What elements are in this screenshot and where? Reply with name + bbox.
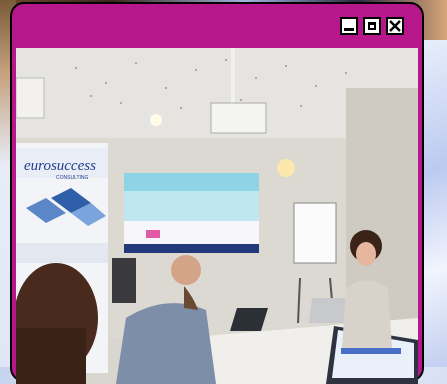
photo-content: eurosuccess CONSULTING xyxy=(16,48,418,384)
banner-logo-text: eurosuccess xyxy=(24,158,96,174)
meeting-room-photo: eurosuccess CONSULTING xyxy=(16,48,418,384)
banner-logo-subtext: CONSULTING xyxy=(56,175,89,181)
window-titlebar[interactable] xyxy=(12,4,422,48)
minimize-icon[interactable] xyxy=(340,17,358,35)
photo-window: eurosuccess CONSULTING xyxy=(10,2,424,384)
window-controls xyxy=(340,17,404,35)
close-icon[interactable] xyxy=(386,17,404,35)
maximize-icon[interactable] xyxy=(363,17,381,35)
